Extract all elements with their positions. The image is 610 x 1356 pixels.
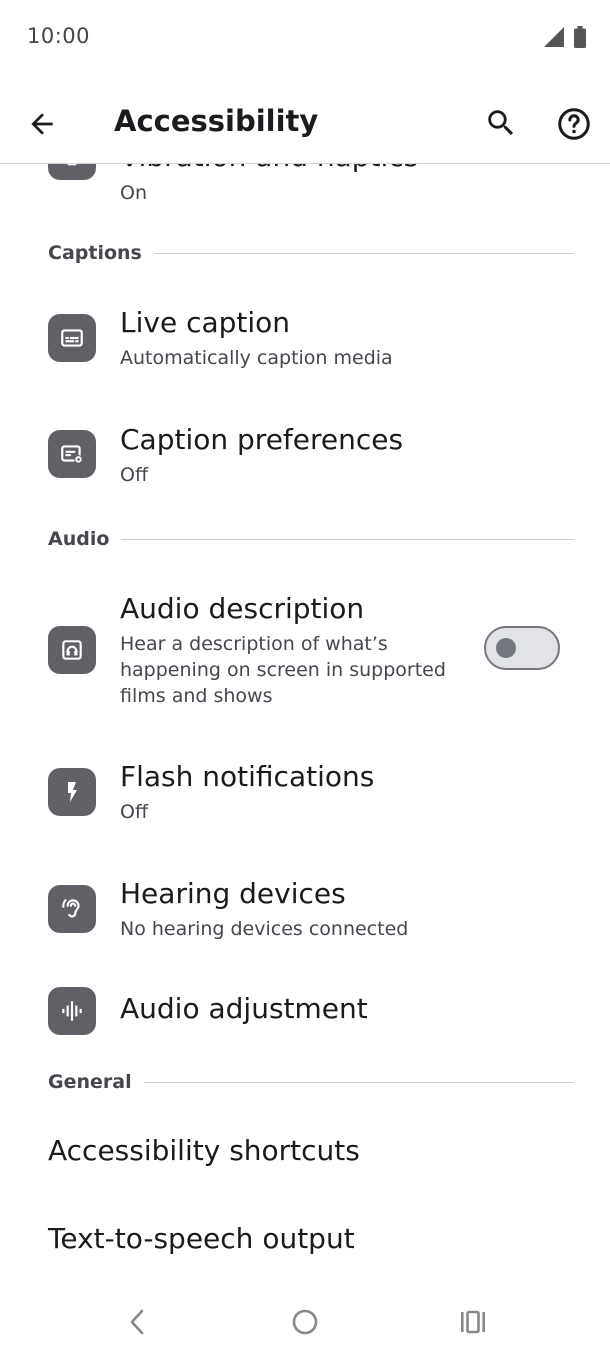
item-title: Hearing devices xyxy=(120,877,346,910)
toggle-knob xyxy=(496,638,516,658)
vibration-icon xyxy=(48,164,96,180)
item-title: Vibration and haptics xyxy=(120,164,418,173)
item-title: Audio description xyxy=(120,592,365,625)
section-divider xyxy=(153,252,574,254)
nav-back-icon xyxy=(130,1309,144,1335)
nav-recents-button[interactable] xyxy=(455,1304,491,1340)
nav-home-button[interactable] xyxy=(287,1304,323,1340)
search-button[interactable] xyxy=(484,106,518,140)
section-header-audio: Audio xyxy=(48,524,574,554)
audio-description-toggle[interactable] xyxy=(484,626,560,670)
audio-adjustment-icon xyxy=(48,987,96,1035)
list-item-audio-description[interactable]: Audio description Hear a description of … xyxy=(0,584,610,714)
nav-home-icon xyxy=(292,1309,318,1335)
list-item-text-to-speech[interactable]: Text-to-speech output xyxy=(48,1222,355,1255)
item-subtitle: Automatically caption media xyxy=(120,347,393,369)
back-button[interactable] xyxy=(26,108,58,140)
list-item-accessibility-shortcuts[interactable]: Accessibility shortcuts xyxy=(48,1134,360,1167)
app-bar: Accessibility xyxy=(0,78,610,164)
item-subtitle: Off xyxy=(120,464,149,486)
item-title: Audio adjustment xyxy=(120,992,368,1025)
item-subtitle: No hearing devices connected xyxy=(120,918,409,940)
cellular-signal-icon xyxy=(544,27,564,47)
section-divider xyxy=(121,538,574,540)
page-title: Accessibility xyxy=(114,104,319,138)
item-subtitle: Off xyxy=(120,801,149,823)
live-caption-icon xyxy=(48,314,96,362)
section-title: General xyxy=(48,1071,132,1093)
item-title: Caption preferences xyxy=(120,423,404,456)
audio-description-icon xyxy=(48,626,96,674)
item-subtitle: Hear a description of what’s happening o… xyxy=(120,633,446,707)
status-time: 10:00 xyxy=(27,24,91,48)
list-item-flash-notifications[interactable]: Flash notifications Off xyxy=(0,746,610,836)
status-icons xyxy=(544,26,586,48)
flash-icon xyxy=(48,768,96,816)
list-item-audio-adjustment[interactable]: Audio adjustment xyxy=(0,982,610,1042)
status-bar: 10:00 xyxy=(0,0,610,78)
list-item-caption-preferences[interactable]: Caption preferences Off xyxy=(0,409,610,499)
help-icon xyxy=(558,108,590,140)
section-header-general: General xyxy=(48,1067,574,1097)
arrow-back-icon xyxy=(31,113,53,135)
battery-icon xyxy=(574,26,586,48)
list-item-hearing-devices[interactable]: Hearing devices No hearing devices conne… xyxy=(0,863,610,953)
help-button[interactable] xyxy=(556,106,592,142)
settings-list[interactable]: Vibration and haptics On Captions Live c… xyxy=(0,164,610,1284)
section-title: Audio xyxy=(48,528,110,550)
nav-back-button[interactable] xyxy=(119,1304,155,1340)
search-icon xyxy=(488,110,514,136)
navigation-bar xyxy=(0,1284,610,1356)
item-title: Live caption xyxy=(120,306,291,339)
list-item-vibration-haptics[interactable]: Vibration and haptics On xyxy=(0,164,610,204)
section-divider xyxy=(143,1081,574,1083)
nav-recents-icon xyxy=(461,1310,485,1334)
caption-settings-icon xyxy=(48,430,96,478)
item-subtitle: On xyxy=(120,182,147,204)
list-item-live-caption[interactable]: Live caption Automatically caption media xyxy=(0,292,610,382)
section-header-captions: Captions xyxy=(48,238,574,268)
item-title: Flash notifications xyxy=(120,760,375,793)
hearing-icon xyxy=(48,885,96,933)
section-title: Captions xyxy=(48,242,142,264)
